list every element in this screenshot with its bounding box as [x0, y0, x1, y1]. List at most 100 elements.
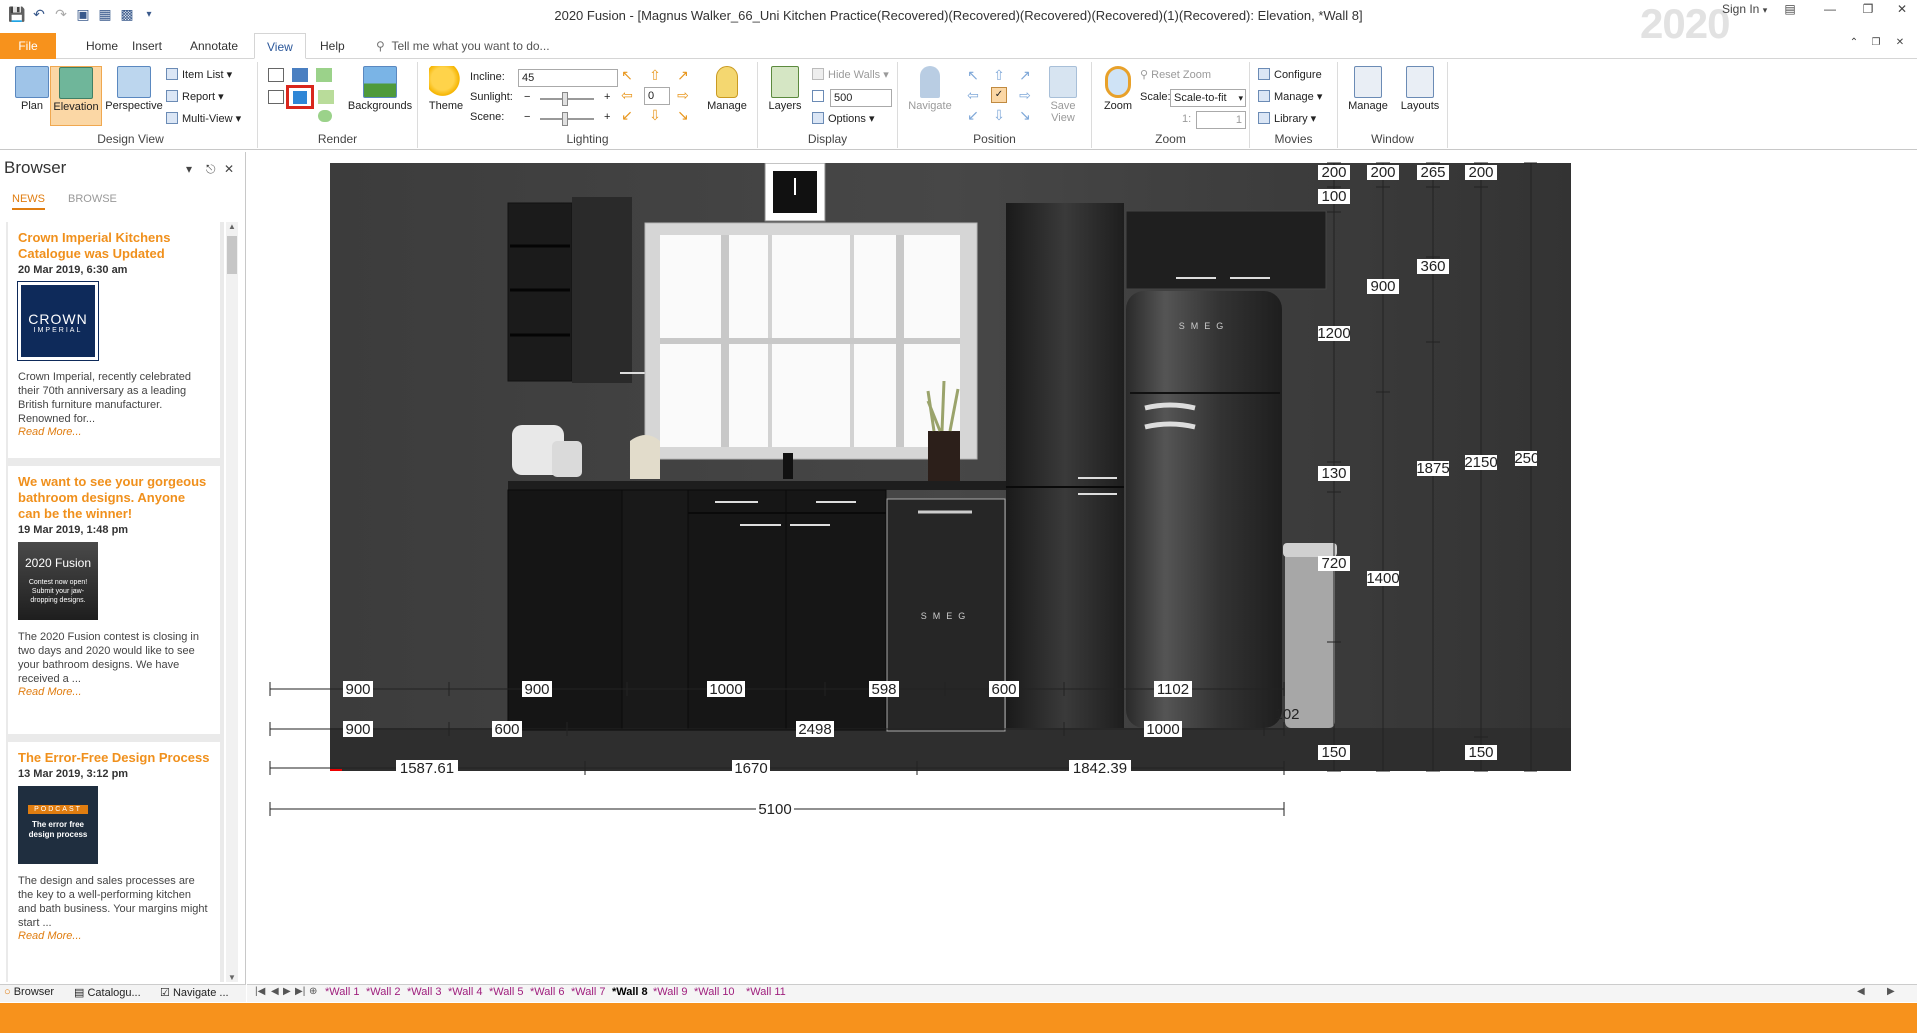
sunlight-input[interactable]: 0: [644, 87, 670, 105]
perspective-button[interactable]: Perspective: [104, 66, 164, 126]
hidden-line-icon[interactable]: [268, 90, 284, 104]
render-settings-icon[interactable]: [318, 110, 332, 122]
item-list-button[interactable]: Item List ▾: [166, 66, 232, 84]
news-scrollbar[interactable]: ▲ ▼: [226, 222, 238, 982]
wall-tab[interactable]: *Wall 6: [530, 986, 564, 998]
read-more-link[interactable]: Read More...: [18, 686, 210, 698]
wall-tab[interactable]: *Wall 7: [571, 986, 605, 998]
light-arrow-up-icon[interactable]: ⇧: [646, 66, 664, 84]
sunlight-plus[interactable]: +: [604, 88, 610, 106]
sign-in-button[interactable]: Sign In ▾: [1722, 2, 1767, 16]
orbit-down-left-icon[interactable]: ↙: [964, 106, 982, 124]
light-arrow-up-right-icon[interactable]: ↗: [674, 66, 692, 84]
scene-slider[interactable]: [540, 112, 594, 126]
tab-scroll-right-icon[interactable]: ▶: [1887, 986, 1895, 997]
tab-insert[interactable]: Insert: [120, 33, 174, 59]
hide-walls-button[interactable]: Hide Walls ▾: [812, 66, 889, 84]
panel-tab-browser[interactable]: ○ Browser: [4, 986, 54, 998]
add-tab-icon[interactable]: ⊕: [309, 986, 317, 997]
slider-knob[interactable]: [562, 92, 568, 106]
last-tab-icon[interactable]: ▶|: [295, 986, 305, 997]
pin-icon[interactable]: ⎋: [206, 162, 216, 177]
zoom-button[interactable]: Zoom: [1096, 66, 1140, 126]
news-card[interactable]: The Error-Free Design Process 13 Mar 201…: [8, 742, 220, 982]
layers-button[interactable]: Layers: [762, 66, 808, 126]
position-center-button[interactable]: ✓: [991, 87, 1007, 103]
open-shelf-unit[interactable]: [507, 202, 573, 382]
account-icon[interactable]: ▤: [1776, 2, 1804, 20]
light-arrow-right-icon[interactable]: ⇨: [674, 86, 692, 104]
tab-annotate[interactable]: Annotate: [178, 33, 250, 59]
sunlight-slider[interactable]: [540, 92, 594, 106]
wall-tab[interactable]: *Wall 4: [448, 986, 482, 998]
light-arrow-up-left-icon[interactable]: ↖: [618, 66, 636, 84]
tell-me-search[interactable]: ⚲ Tell me what you want to do...: [376, 39, 550, 53]
slider-knob[interactable]: [562, 112, 568, 126]
raytrace-icon[interactable]: [318, 90, 334, 104]
sunlight-minus[interactable]: −: [524, 88, 530, 106]
backgrounds-button[interactable]: Backgrounds: [344, 66, 416, 126]
orbit-left-icon[interactable]: ⇦: [964, 86, 982, 104]
read-more-link[interactable]: Read More...: [18, 426, 210, 438]
window-manage-button[interactable]: Manage: [1342, 66, 1394, 126]
tab-help[interactable]: Help: [308, 33, 357, 59]
orbit-up-left-icon[interactable]: ↖: [964, 66, 982, 84]
read-more-link[interactable]: Read More...: [18, 930, 210, 942]
wall-tab[interactable]: *Wall 9: [653, 986, 687, 998]
realistic-render-button[interactable]: [286, 85, 314, 109]
library-button[interactable]: Library ▾: [1258, 110, 1316, 128]
panel-tab-catalogue[interactable]: ▤ Catalogu...: [74, 986, 141, 999]
minimize-button[interactable]: —: [1816, 2, 1844, 20]
scene-plus[interactable]: +: [604, 108, 610, 126]
close-icon[interactable]: ✕: [224, 162, 234, 176]
bridging-wall-cabinet[interactable]: [1125, 210, 1327, 290]
pane-close-icon[interactable]: ✕: [1886, 37, 1914, 55]
wall-tab[interactable]: *Wall 11: [746, 986, 786, 998]
scroll-up-icon[interactable]: ▲: [228, 222, 236, 231]
light-arrow-down-icon[interactable]: ⇩: [646, 106, 664, 124]
panel-menu-icon[interactable]: ▾: [186, 162, 192, 176]
lighting-manage-button[interactable]: Manage: [702, 66, 752, 126]
close-button[interactable]: ✕: [1888, 2, 1916, 20]
tab-browse[interactable]: BROWSE: [68, 188, 117, 210]
report-button[interactable]: Report ▾: [166, 88, 224, 106]
ratio-input[interactable]: 1: [1196, 111, 1246, 129]
tall-housing-unit[interactable]: [1006, 203, 1124, 728]
orbit-right-icon[interactable]: ⇨: [1016, 86, 1034, 104]
wireframe-icon[interactable]: [268, 68, 284, 82]
tab-file[interactable]: File: [0, 33, 56, 59]
orbit-down-right-icon[interactable]: ↘: [1016, 106, 1034, 124]
tab-scroll-left-icon[interactable]: ◀: [1857, 986, 1865, 997]
elevation-viewport[interactable]: SMEG SMEG 200 100 1200 130 720 150 200 900 1400 2…: [247, 152, 1917, 984]
elevation-button[interactable]: Elevation: [50, 66, 102, 126]
orbit-up-right-icon[interactable]: ↗: [1016, 66, 1034, 84]
movies-manage-button[interactable]: Manage ▾: [1258, 88, 1322, 106]
solid-icon[interactable]: [292, 68, 308, 82]
save-view-button[interactable]: Save View: [1038, 66, 1088, 126]
wall-tab[interactable]: *Wall 10: [694, 986, 735, 998]
next-tab-icon[interactable]: ▶: [283, 986, 291, 997]
grid-size-input[interactable]: 500: [830, 89, 892, 107]
wall-tab[interactable]: *Wall 2: [366, 986, 400, 998]
news-card[interactable]: Crown Imperial Kitchens Catalogue was Up…: [8, 222, 220, 458]
reset-zoom-button[interactable]: ⚲ Reset Zoom: [1140, 66, 1211, 84]
scene-minus[interactable]: −: [524, 108, 530, 126]
prev-tab-icon[interactable]: ◀: [271, 986, 279, 997]
scroll-thumb[interactable]: [227, 236, 237, 274]
shaded-icon[interactable]: [316, 68, 332, 82]
news-title[interactable]: Crown Imperial Kitchens Catalogue was Up…: [18, 230, 210, 262]
orbit-down-icon[interactable]: ⇩: [990, 106, 1008, 124]
wall-tab[interactable]: *Wall 1: [325, 986, 359, 998]
news-title[interactable]: The Error-Free Design Process: [18, 750, 210, 766]
wall-tab[interactable]: *Wall 5: [489, 986, 523, 998]
scale-select[interactable]: Scale-to-fit ▾: [1170, 89, 1246, 107]
tab-view[interactable]: View: [254, 33, 306, 59]
options-button[interactable]: Options ▾: [812, 110, 875, 128]
restore-button[interactable]: ❐: [1854, 2, 1882, 20]
news-feed[interactable]: Crown Imperial Kitchens Catalogue was Up…: [6, 222, 224, 982]
light-arrow-down-right-icon[interactable]: ↘: [674, 106, 692, 124]
wall-tab[interactable]: *Wall 3: [407, 986, 441, 998]
panel-tab-navigate[interactable]: ☑ Navigate ...: [160, 986, 229, 999]
light-arrow-down-left-icon[interactable]: ↙: [618, 106, 636, 124]
tab-news[interactable]: NEWS: [12, 188, 45, 210]
